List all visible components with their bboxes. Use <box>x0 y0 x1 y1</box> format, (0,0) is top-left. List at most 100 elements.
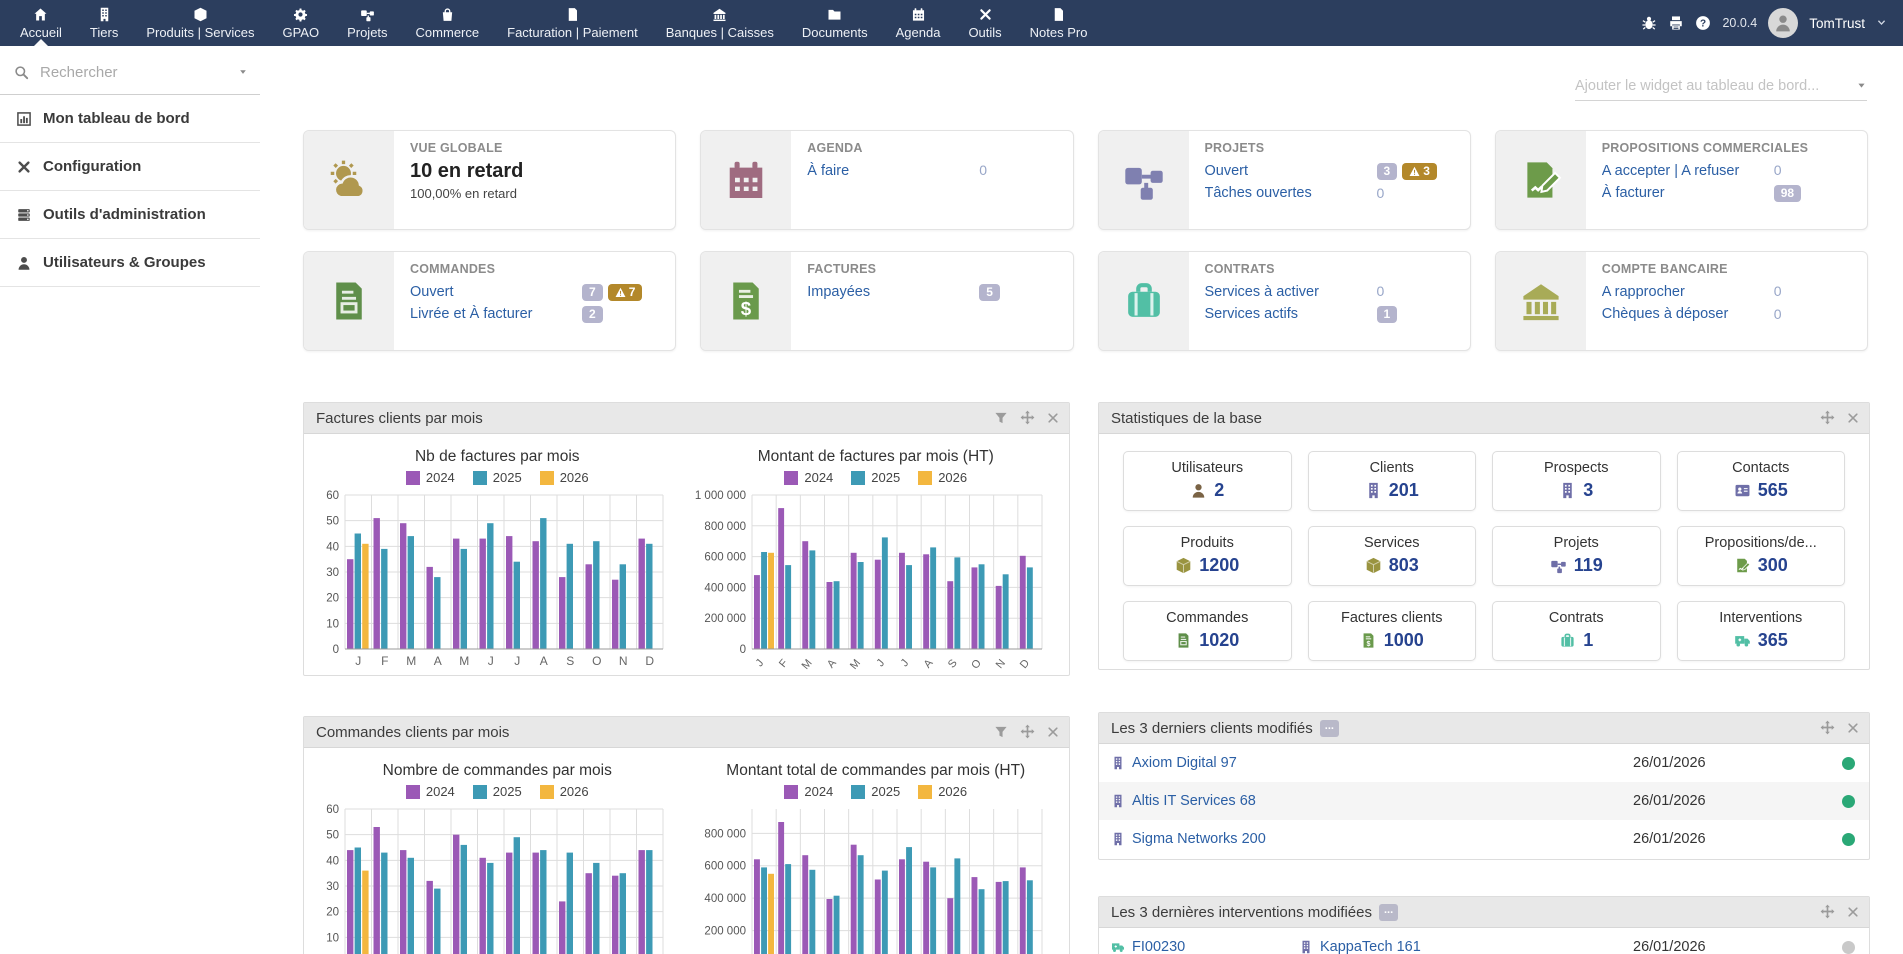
kpi-row-link[interactable]: Chèques à déposer <box>1602 303 1774 325</box>
status-dot-gray <box>1842 941 1855 954</box>
kpi-card-title: COMPTE BANCAIRE <box>1602 262 1853 276</box>
kpi-row-link[interactable]: Tâches ouvertes <box>1205 182 1377 204</box>
kpi-card-compte-bancaire: COMPTE BANCAIREA rapprocher0Chèques à dé… <box>1495 251 1868 351</box>
kpi-row-link[interactable]: A accepter | A refuser <box>1602 160 1774 182</box>
nav-item-agenda[interactable]: Agenda <box>882 0 955 46</box>
sidebar-item-mon-tableau-de-bord[interactable]: Mon tableau de bord <box>0 95 260 143</box>
help-icon[interactable]: ? <box>1695 14 1711 32</box>
legend-item-2026: 2026 <box>540 470 589 485</box>
client-link[interactable]: Axiom Digital 97 <box>1111 755 1633 771</box>
chart-factures-count: Nb de factures par mois20242025202601020… <box>311 440 683 685</box>
close-icon[interactable] <box>1847 409 1859 427</box>
filter-icon[interactable] <box>994 723 1008 741</box>
close-icon[interactable] <box>1047 409 1059 427</box>
invoice-icon: $ <box>1360 632 1377 650</box>
client-link[interactable]: Sigma Networks 200 <box>1111 831 1633 847</box>
sidebar-item-outils-d-administration[interactable]: Outils d'administration <box>0 191 260 239</box>
stat-box-contacts[interactable]: Contacts565 <box>1677 451 1846 511</box>
panel-derniers-clients: Les 3 derniers clients modifiés ... Axio… <box>1098 712 1870 860</box>
user-icon <box>16 254 32 271</box>
svg-text:30: 30 <box>326 881 339 893</box>
nav-item-gpao[interactable]: GPAO <box>268 0 333 46</box>
doc-pencil-icon <box>1734 557 1751 575</box>
filter-icon[interactable] <box>994 409 1008 427</box>
close-icon[interactable] <box>1047 723 1059 741</box>
stat-box-prospects[interactable]: Prospects3 <box>1492 451 1661 511</box>
kpi-row-link[interactable]: Services à activer <box>1205 281 1377 303</box>
stat-box-contrats[interactable]: Contrats1 <box>1492 601 1661 661</box>
building-icon <box>1111 755 1125 771</box>
nav-item-label: Commerce <box>416 25 480 40</box>
stat-box-clients[interactable]: Clients201 <box>1308 451 1477 511</box>
close-icon[interactable] <box>1847 903 1859 921</box>
sidebar-item-label: Utilisateurs & Groupes <box>43 254 206 271</box>
more-button[interactable]: ... <box>1379 904 1398 921</box>
kpi-big-value: 10 en retard <box>410 160 661 183</box>
bar-chart-svg: 0200 000400 000600 000800 000JFMAMJJASON… <box>690 801 1052 954</box>
kpi-row-link[interactable]: Ouvert <box>1205 160 1377 182</box>
stat-box-services[interactable]: Services803 <box>1308 526 1477 586</box>
kpi-card-title: FACTURES <box>807 262 1058 276</box>
dashboard-content: Ajouter le widget au tableau de bord... … <box>260 46 1903 954</box>
nav-item-tiers[interactable]: Tiers <box>76 0 132 46</box>
search-input[interactable] <box>38 63 229 82</box>
stat-box-utilisateurs[interactable]: Utilisateurs2 <box>1123 451 1292 511</box>
user-menu[interactable]: TomTrust <box>1809 16 1865 31</box>
client-link[interactable]: Altis IT Services 68 <box>1111 793 1633 809</box>
modified-date: 26/01/2026 <box>1633 793 1829 809</box>
stat-label: Factures clients <box>1313 610 1472 626</box>
sidebar-item-configuration[interactable]: Configuration <box>0 143 260 191</box>
kpi-card-vue-globale: VUE GLOBALE10 en retard100,00% en retard <box>303 130 676 230</box>
kpi-row-link[interactable]: À facturer <box>1602 182 1774 204</box>
bar-chart-svg: 0102030405060JFMAMJJASOND <box>311 487 673 685</box>
kpi-row: Livrée et À facturer2 <box>410 303 661 325</box>
svg-text:$: $ <box>1366 639 1370 648</box>
close-icon[interactable] <box>1847 719 1859 737</box>
stat-box-interventions[interactable]: Interventions365 <box>1677 601 1846 661</box>
svg-text:S: S <box>566 654 574 668</box>
kpi-row-link[interactable]: Ouvert <box>410 281 582 303</box>
stat-label: Contrats <box>1497 610 1656 626</box>
stat-box-factures-clients[interactable]: Factures clients$1000 <box>1308 601 1477 661</box>
move-icon[interactable] <box>1020 409 1035 427</box>
move-icon[interactable] <box>1820 903 1835 921</box>
search-caret-icon[interactable] <box>238 64 248 82</box>
stat-box-produits[interactable]: Produits1200 <box>1123 526 1292 586</box>
kpi-row: À facturer98 <box>1602 182 1853 204</box>
nav-item-notes-pro[interactable]: Notes Pro <box>1016 0 1102 46</box>
folder-icon <box>827 6 842 22</box>
printer-icon[interactable] <box>1668 14 1684 32</box>
add-widget-select[interactable]: Ajouter le widget au tableau de bord... <box>1575 72 1867 101</box>
nav-item-outils[interactable]: Outils <box>954 0 1015 46</box>
nav-item-commerce[interactable]: Commerce <box>402 0 494 46</box>
move-icon[interactable] <box>1020 723 1035 741</box>
stat-box-propositions-de[interactable]: Propositions/de...300 <box>1677 526 1846 586</box>
nav-item-facturation-paiement[interactable]: Facturation | Paiement <box>493 0 652 46</box>
nav-item-banques-caisses[interactable]: Banques | Caisses <box>652 0 788 46</box>
avatar[interactable] <box>1768 8 1798 38</box>
stat-label: Services <box>1313 535 1472 551</box>
kpi-row-link[interactable]: Services actifs <box>1205 303 1377 325</box>
svg-text:M: M <box>848 657 863 672</box>
chevron-down-icon <box>1876 14 1887 32</box>
nav-item-projets[interactable]: Projets <box>333 0 401 46</box>
more-button[interactable]: ... <box>1320 720 1339 737</box>
intervention-link[interactable]: FI00230 <box>1111 939 1299 954</box>
svg-text:600 000: 600 000 <box>704 861 746 873</box>
kpi-row-link[interactable]: Impayées <box>807 281 979 303</box>
sidebar-item-utilisateurs-groupes[interactable]: Utilisateurs & Groupes <box>0 239 260 287</box>
kpi-row-link[interactable]: A rapprocher <box>1602 281 1774 303</box>
stat-box-commandes[interactable]: Commandes1020 <box>1123 601 1292 661</box>
move-icon[interactable] <box>1820 719 1835 737</box>
move-icon[interactable] <box>1820 409 1835 427</box>
nav-item-accueil[interactable]: Accueil <box>6 0 76 46</box>
kpi-row-link[interactable]: À faire <box>807 160 979 182</box>
nav-item-produits-services[interactable]: Produits | Services <box>132 0 268 46</box>
panel-title: Statistiques de la base <box>1111 410 1262 427</box>
bug-icon[interactable] <box>1641 14 1657 32</box>
kpi-row-link[interactable]: Livrée et À facturer <box>410 303 582 325</box>
nav-item-documents[interactable]: Documents <box>788 0 882 46</box>
interventions-list: FI00230KappaTech 16126/01/2026 <box>1099 928 1869 954</box>
stat-box-projets[interactable]: Projets119 <box>1492 526 1661 586</box>
client-link[interactable]: KappaTech 161 <box>1299 939 1633 954</box>
